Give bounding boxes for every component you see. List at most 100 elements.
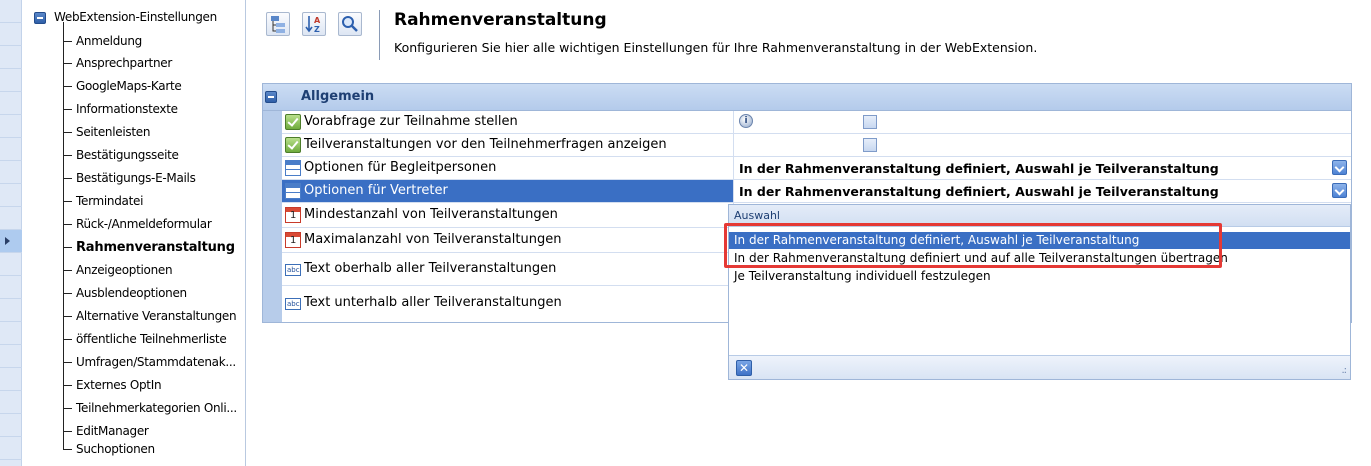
gutter-cell: [0, 92, 22, 115]
tree-item-anmeldeformular[interactable]: Rück-/Anmeldeformular: [22, 213, 245, 236]
tree-item-rahmenveranstaltung[interactable]: Rahmenveranstaltung: [22, 236, 245, 259]
dropdown-button[interactable]: [1332, 160, 1347, 175]
tree-item-suchoptionen[interactable]: Suchoptionen: [22, 438, 245, 461]
sort-alphabetical-button[interactable]: A Z: [302, 12, 326, 36]
property-row-selected[interactable]: Optionen für Vertreter In der Rahmenvera…: [282, 180, 1351, 203]
gutter-cell: [0, 391, 22, 414]
property-checkbox[interactable]: [863, 138, 877, 152]
property-name: Mindestanzahl von Teilveranstaltungen: [304, 207, 558, 222]
categorized-view-button[interactable]: [266, 12, 290, 36]
tree-item-umfragen[interactable]: Umfragen/Stammdatenak...: [22, 351, 245, 374]
text-field-icon: [285, 298, 301, 310]
dropdown-button[interactable]: [1332, 183, 1347, 198]
tree-item-ausblendeoptionen[interactable]: Ausblendeoptionen: [22, 282, 245, 305]
gutter-cell: [0, 0, 22, 23]
gutter-cell: [0, 322, 22, 345]
sort-alphabetical-icon: A Z: [305, 16, 321, 34]
gutter-cell: [0, 368, 22, 391]
gutter-cell: [0, 253, 22, 276]
property-name-cell[interactable]: Text oberhalb aller Teilveranstaltungen: [282, 253, 734, 285]
page-header: A Z Rahmenveranstaltung Konfigurieren Si…: [258, 0, 1371, 70]
gutter-cell: [0, 276, 22, 299]
gutter-cell: [0, 138, 22, 161]
gutter-cell-active: [0, 230, 22, 253]
search-button[interactable]: [338, 12, 362, 36]
gutter-cell: [0, 161, 22, 184]
tree-item-teilnehmerliste[interactable]: öffentliche Teilnehmerliste: [22, 328, 245, 351]
table-icon: [285, 160, 301, 176]
settings-tree: WebExtension-Einstellungen Anmeldung Ans…: [0, 0, 246, 466]
grid-gutter: [263, 111, 282, 322]
gutter-cell: [0, 437, 22, 460]
svg-text:A: A: [314, 16, 321, 25]
property-name: Teilveranstaltungen vor den Teilnehmerfr…: [304, 137, 667, 152]
calendar-icon: [285, 207, 301, 223]
property-name-cell[interactable]: Teilveranstaltungen vor den Teilnehmerfr…: [282, 134, 734, 156]
property-value-cell[interactable]: [735, 134, 1351, 156]
property-value: In der Rahmenveranstaltung definiert, Au…: [739, 161, 1219, 176]
property-checkbox[interactable]: [863, 115, 877, 129]
property-value: In der Rahmenveranstaltung definiert, Au…: [739, 184, 1219, 199]
current-row-arrow-icon: [5, 237, 10, 245]
property-row[interactable]: Vorabfrage zur Teilnahme stellen i: [282, 111, 1351, 134]
property-name: Text oberhalb aller Teilveranstaltungen: [304, 261, 557, 276]
tree-item-informationstexte[interactable]: Informationstexte: [22, 98, 245, 121]
page-title: Rahmenveranstaltung: [394, 10, 607, 30]
checkbox-icon: [285, 137, 301, 153]
info-icon[interactable]: i: [739, 114, 753, 128]
tree-item-alternative-veranstaltungen[interactable]: Alternative Veranstaltungen: [22, 305, 245, 328]
tree-item-externes-optin[interactable]: Externes OptIn: [22, 374, 245, 397]
tree-item-bestaetigungsseite[interactable]: Bestätigungsseite: [22, 144, 245, 167]
property-value-cell[interactable]: In der Rahmenveranstaltung definiert, Au…: [735, 180, 1351, 202]
tree-gutter: [0, 0, 22, 466]
tree-root-label: WebExtension-Einstellungen: [54, 10, 217, 24]
property-name: Optionen für Begleitpersonen: [304, 160, 497, 175]
gutter-cell: [0, 207, 22, 230]
tree-item-seitenleisten[interactable]: Seitenleisten: [22, 121, 245, 144]
property-value-cell[interactable]: i: [735, 111, 1351, 133]
tree-item-anzeigeoptionen[interactable]: Anzeigeoptionen: [22, 259, 245, 282]
dropdown-option[interactable]: Je Teilveranstaltung individuell festzul…: [729, 268, 1350, 285]
table-icon: [285, 183, 301, 199]
property-row[interactable]: Teilveranstaltungen vor den Teilnehmerfr…: [282, 134, 1351, 157]
property-name-cell[interactable]: Optionen für Begleitpersonen: [282, 157, 734, 179]
property-name: Optionen für Vertreter: [304, 183, 448, 198]
property-value-cell[interactable]: In der Rahmenveranstaltung definiert, Au…: [735, 157, 1351, 179]
popup-header-label: Auswahl: [734, 209, 780, 222]
calendar-icon: [285, 232, 301, 248]
gutter-cell: [0, 299, 22, 322]
gutter-cell: [0, 184, 22, 207]
property-name: Maximalanzahl von Teilveranstaltungen: [304, 232, 562, 247]
search-icon: [342, 16, 358, 32]
property-name-cell[interactable]: Optionen für Vertreter: [282, 180, 734, 202]
tree-item-ansprechpartner[interactable]: Ansprechpartner: [22, 52, 245, 75]
tree-item-teilnehmerkategorien[interactable]: Teilnehmerkategorien Onli...: [22, 397, 245, 420]
popup-footer: ✕ .:: [729, 355, 1350, 379]
property-name-cell[interactable]: Vorabfrage zur Teilnahme stellen: [282, 111, 734, 133]
category-header[interactable]: Allgemein: [263, 84, 1351, 111]
tree-root[interactable]: WebExtension-Einstellungen: [22, 6, 245, 29]
gutter-cell: [0, 115, 22, 138]
tree-item-googlemaps[interactable]: GoogleMaps-Karte: [22, 75, 245, 98]
property-name-cell[interactable]: Maximalanzahl von Teilveranstaltungen: [282, 228, 734, 252]
tree-item-anmeldung[interactable]: Anmeldung: [22, 30, 245, 53]
category-title: Allgemein: [301, 89, 375, 104]
gutter-cell: [0, 69, 22, 92]
property-name-cell[interactable]: Mindestanzahl von Teilveranstaltungen: [282, 203, 734, 227]
gutter-cell: [0, 414, 22, 437]
tree-item-bestaetigungs-emails[interactable]: Bestätigungs-E-Mails: [22, 167, 245, 190]
property-name-cell[interactable]: Text unterhalb aller Teilveranstaltungen: [282, 286, 734, 320]
close-icon[interactable]: ✕: [736, 360, 752, 376]
page-subtitle: Konfigurieren Sie hier alle wichtigen Ei…: [394, 40, 1038, 55]
svg-text:Z: Z: [314, 25, 320, 34]
property-row[interactable]: Optionen für Begleitpersonen In der Rahm…: [282, 157, 1351, 180]
gutter-cell: [0, 23, 22, 46]
gutter-cell: [0, 345, 22, 368]
resize-grip-icon[interactable]: .:: [1341, 365, 1346, 376]
tree-item-termindatei[interactable]: Termindatei: [22, 190, 245, 213]
collapse-icon[interactable]: [265, 91, 277, 103]
property-name: Text unterhalb aller Teilveranstaltungen: [304, 295, 562, 310]
annotation-highlight-box: [724, 223, 1222, 268]
text-field-icon: [285, 264, 301, 276]
collapse-icon[interactable]: [34, 12, 46, 24]
